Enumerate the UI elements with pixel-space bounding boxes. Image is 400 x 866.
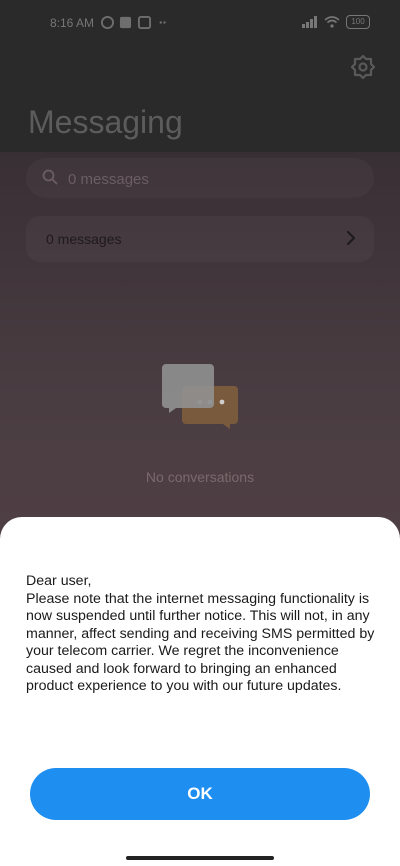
messages-row[interactable]: 0 messages	[26, 216, 374, 262]
search-input[interactable]	[66, 168, 350, 190]
messaging-screen: 8:16 AM 100 Messaging 0 messages 0 messa…	[0, 0, 400, 866]
app-notification-icon	[119, 16, 132, 29]
ok-button[interactable]: OK	[30, 768, 370, 820]
dialog-message: Dear user, Please note that the internet…	[26, 573, 375, 694]
message-notification-icon	[138, 16, 151, 29]
gear-icon[interactable]	[350, 54, 376, 80]
status-time: 8:16 AM	[50, 16, 95, 30]
notice-dialog: Dear user, Please note that the internet…	[0, 517, 400, 866]
chevron-right-icon	[346, 230, 356, 246]
chat-bubbles-icon	[162, 364, 238, 429]
status-bar: 8:16 AM 100	[0, 8, 400, 36]
signal-icon	[302, 16, 317, 28]
search-box[interactable]	[26, 158, 374, 198]
page-title: Messaging	[28, 104, 183, 140]
empty-state-text: No conversations	[145, 469, 255, 485]
messages-row-label: 0 messages	[46, 231, 122, 247]
more-notifications-icon	[159, 21, 166, 24]
search-icon	[42, 169, 58, 185]
wifi-icon	[324, 16, 340, 28]
battery-icon: 100	[346, 15, 370, 29]
sync-icon	[101, 16, 114, 29]
system-icons: 100	[302, 15, 370, 29]
home-indicator[interactable]	[126, 856, 274, 860]
